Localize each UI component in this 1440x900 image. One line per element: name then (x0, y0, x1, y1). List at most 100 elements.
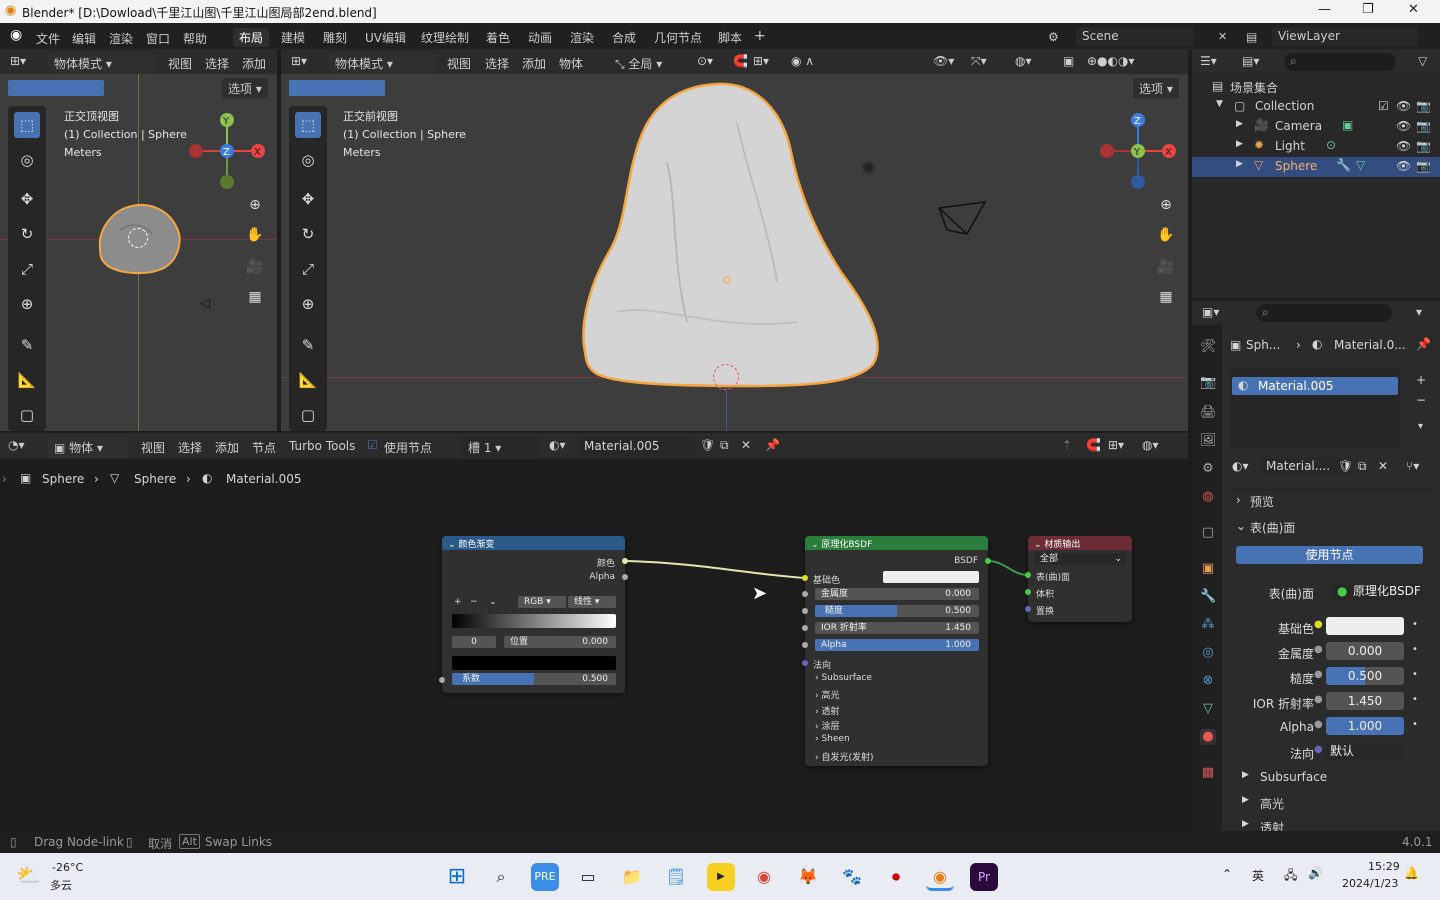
bsdf-rough-socket[interactable] (802, 608, 808, 614)
keyframe-dot-icon[interactable]: • (1412, 644, 1418, 655)
bsdf-alpha-socket[interactable] (802, 642, 808, 648)
notepad-icon[interactable]: 🗒 (662, 863, 690, 891)
preview-panel[interactable]: › 预览 (1230, 489, 1438, 511)
outliner-item-light[interactable]: ▶ ✹ Light ⊙ 👁 📷 (1192, 137, 1440, 157)
normal-field[interactable]: 默认 (1326, 742, 1404, 760)
chrome-icon[interactable]: ◉ (750, 863, 778, 891)
zoom-icon-right[interactable]: ⊕ (1155, 194, 1177, 216)
remove-slot-button[interactable]: − (1416, 393, 1426, 407)
breadcrumb-material[interactable]: Material.0... (1334, 338, 1406, 352)
ramp-add-icon[interactable]: + − ⌄ (454, 597, 497, 607)
navigation-gizmo-right[interactable]: Z X Y (1097, 110, 1181, 190)
expand-icon[interactable]: ▶ (1236, 139, 1243, 149)
bsdf-alpha-field[interactable]: Alpha 1.000 (815, 639, 979, 651)
node-principled-bsdf[interactable]: ⌄ 原理化BSDF BSDF 基础色 金属度 0.000 糙度 0.500 IOR … (802, 536, 991, 766)
expand-icon[interactable]: ▼ (1216, 99, 1223, 109)
scene-icon[interactable]: ⚙ (1048, 30, 1059, 44)
modifier-tab-icon[interactable]: 🔧 (1200, 589, 1216, 605)
front-view-viewport[interactable]: ⊞▾ 物体模式 ▾ 视图 选择 添加 物体 ⤡ 全局 ▾ ⊙▾ 🧲 ⊞▾ ◉ ∧… (281, 50, 1188, 431)
cursor-tool-icon-r[interactable]: ◎ (295, 147, 321, 173)
subpanel-transmission[interactable]: ▶ 透射 (1236, 817, 1432, 831)
copilot-icon[interactable]: PRE (531, 863, 559, 891)
material-slot-list[interactable]: ◐ Material.005 (1230, 369, 1400, 447)
pin-icon[interactable]: 📌 (1416, 337, 1431, 351)
network-icon[interactable]: 🖧 (1284, 866, 1297, 887)
shading-modes-icon[interactable]: ⊕●◐◑▾ (1087, 54, 1135, 68)
overlay-icon[interactable]: ◍▾ (1015, 54, 1032, 68)
subpanel-subsurface[interactable]: ▶ Subsurface (1236, 768, 1432, 788)
top-view-viewport[interactable]: ⊞▾ 物体模式 ▾ 视图 选择 添加 选项 ▾ ⬚ ◎ ✥ ↻ ⤢ ⊕ ✎ 📐 … (0, 50, 277, 431)
blender-taskbar-icon[interactable]: ◉ (926, 863, 954, 891)
annotate-tool-icon[interactable]: ✎ (14, 332, 40, 358)
transform-tool-icon-r[interactable]: ⊕ (295, 291, 321, 317)
color-ramp-header[interactable]: ⌄ 颜色渐变 (442, 536, 625, 550)
tab-animation[interactable]: 动画 (522, 28, 558, 47)
zoom-icon-left[interactable]: ⊕ (244, 194, 266, 216)
object-tab-icon[interactable]: ▣ (1200, 561, 1216, 577)
firefox-icon[interactable]: 🦊 (794, 863, 822, 891)
options-dropdown-right[interactable]: 选项 ▾ (1133, 78, 1179, 99)
ramp-index-field[interactable]: 0 (452, 636, 496, 648)
tab-rendering[interactable]: 渲染 (564, 28, 600, 47)
premiere-icon[interactable]: Pr (970, 863, 998, 891)
bsdf-normal-socket[interactable] (802, 660, 808, 666)
output-target-dropdown[interactable]: 全部 ⌄ (1034, 553, 1126, 565)
bsdf-subpanel-emission[interactable]: › 自发光(发射) (815, 750, 874, 763)
material-slot-item[interactable]: ◐ Material.005 (1232, 377, 1398, 395)
output-disp-socket[interactable] (1025, 606, 1031, 612)
bsdf-subpanel-sheen[interactable]: › Sheen (815, 734, 850, 744)
viewlayer-selector[interactable]: ViewLayer (1272, 27, 1418, 46)
keyframe-dot-icon[interactable]: • (1412, 694, 1418, 705)
options-dropdown-left[interactable]: 选项 ▾ (222, 78, 268, 99)
task-view-icon[interactable]: ▭ (574, 863, 602, 891)
tool-tab-icon[interactable]: 🛠 (1200, 339, 1217, 355)
add-cube-tool-icon-r[interactable]: ▢ (295, 402, 321, 428)
surface-shader-field[interactable]: ● 原理化BSDF (1331, 582, 1423, 600)
data-tab-icon[interactable]: ▽ (1200, 701, 1216, 717)
checkbox-icon[interactable]: ☑ (1378, 99, 1389, 113)
particles-tab-icon[interactable]: ⁂ (1200, 617, 1216, 633)
viewlayer-icon[interactable]: ▤ (1246, 30, 1257, 44)
display-mode-icon[interactable]: ▤▾ (1242, 54, 1259, 68)
select-box-tool-icon[interactable]: ⬚ (14, 112, 40, 138)
alpha-field[interactable]: 1.000 (1326, 717, 1404, 735)
breadcrumb-object[interactable]: Sph... (1246, 338, 1280, 352)
node-tree-icon[interactable]: ⑂▾ (1406, 459, 1419, 473)
ramp-mode-dropdown[interactable]: RGB ▾ (518, 596, 566, 608)
measure-tool-icon[interactable]: 📐 (14, 367, 40, 393)
bsdf-roughness-field[interactable]: 糙度 0.500 (815, 605, 979, 617)
search-icon[interactable]: ⌕ (487, 863, 515, 891)
clock-date[interactable]: 2024/1/23 (1342, 877, 1398, 890)
menu-select-right[interactable]: 选择 (485, 55, 509, 72)
menu-add-right[interactable]: 添加 (522, 55, 546, 72)
outliner-item-sphere[interactable]: ▶ ▽ Sphere 🔧 ▽ 👁 📷 (1192, 157, 1440, 177)
editor-type-icon-right[interactable]: ⊞▾ (291, 54, 307, 68)
bsdf-ior-field[interactable]: IOR 折射率 1.450 (815, 622, 979, 634)
constraints-tab-icon[interactable]: ⊗ (1200, 673, 1216, 689)
tab-scripting[interactable]: 脚本 (712, 28, 748, 47)
bsdf-base-socket[interactable] (802, 575, 808, 581)
eye-icon[interactable]: 👁 (1396, 139, 1411, 153)
obs-record-icon[interactable]: ⏺ (882, 863, 910, 891)
volume-icon[interactable]: 🔊 (1308, 866, 1323, 880)
select-mode-buttons-right[interactable] (289, 80, 385, 96)
xray-icon[interactable]: ▣ (1063, 54, 1074, 68)
ramp-interp-dropdown[interactable]: 线性 ▾ (568, 596, 616, 608)
scene-tab-icon[interactable]: ⚙ (1200, 461, 1216, 477)
tab-uv[interactable]: UV编辑 (359, 28, 412, 47)
ramp-position-field[interactable]: 位置 0.000 (504, 636, 616, 648)
editor-type-icon[interactable]: ⊞▾ (10, 54, 26, 68)
new-material-icon[interactable]: ⧉ (1358, 459, 1367, 474)
ramp-fac-socket[interactable] (439, 677, 445, 683)
menu-object-right[interactable]: 物体 (559, 55, 583, 72)
surface-panel[interactable]: ⌄ 表(曲)面 (1230, 515, 1438, 537)
outliner-scene-collection[interactable]: ▤ 场景集合 (1192, 77, 1440, 97)
file-explorer-icon[interactable]: 📁 (618, 863, 646, 891)
add-slot-button[interactable]: + (1416, 373, 1426, 387)
bsdf-subpanel-coat[interactable]: › 涂层 (815, 719, 839, 732)
rotate-tool-icon-r[interactable]: ↻ (295, 221, 321, 247)
bsdf-header[interactable]: ⌄ 原理化BSDF (805, 536, 988, 550)
physics-tab-icon[interactable]: ◎ (1200, 645, 1216, 661)
fake-user-icon[interactable]: 🛡 (1338, 459, 1353, 473)
render-camera-icon[interactable]: 📷 (1416, 139, 1431, 153)
